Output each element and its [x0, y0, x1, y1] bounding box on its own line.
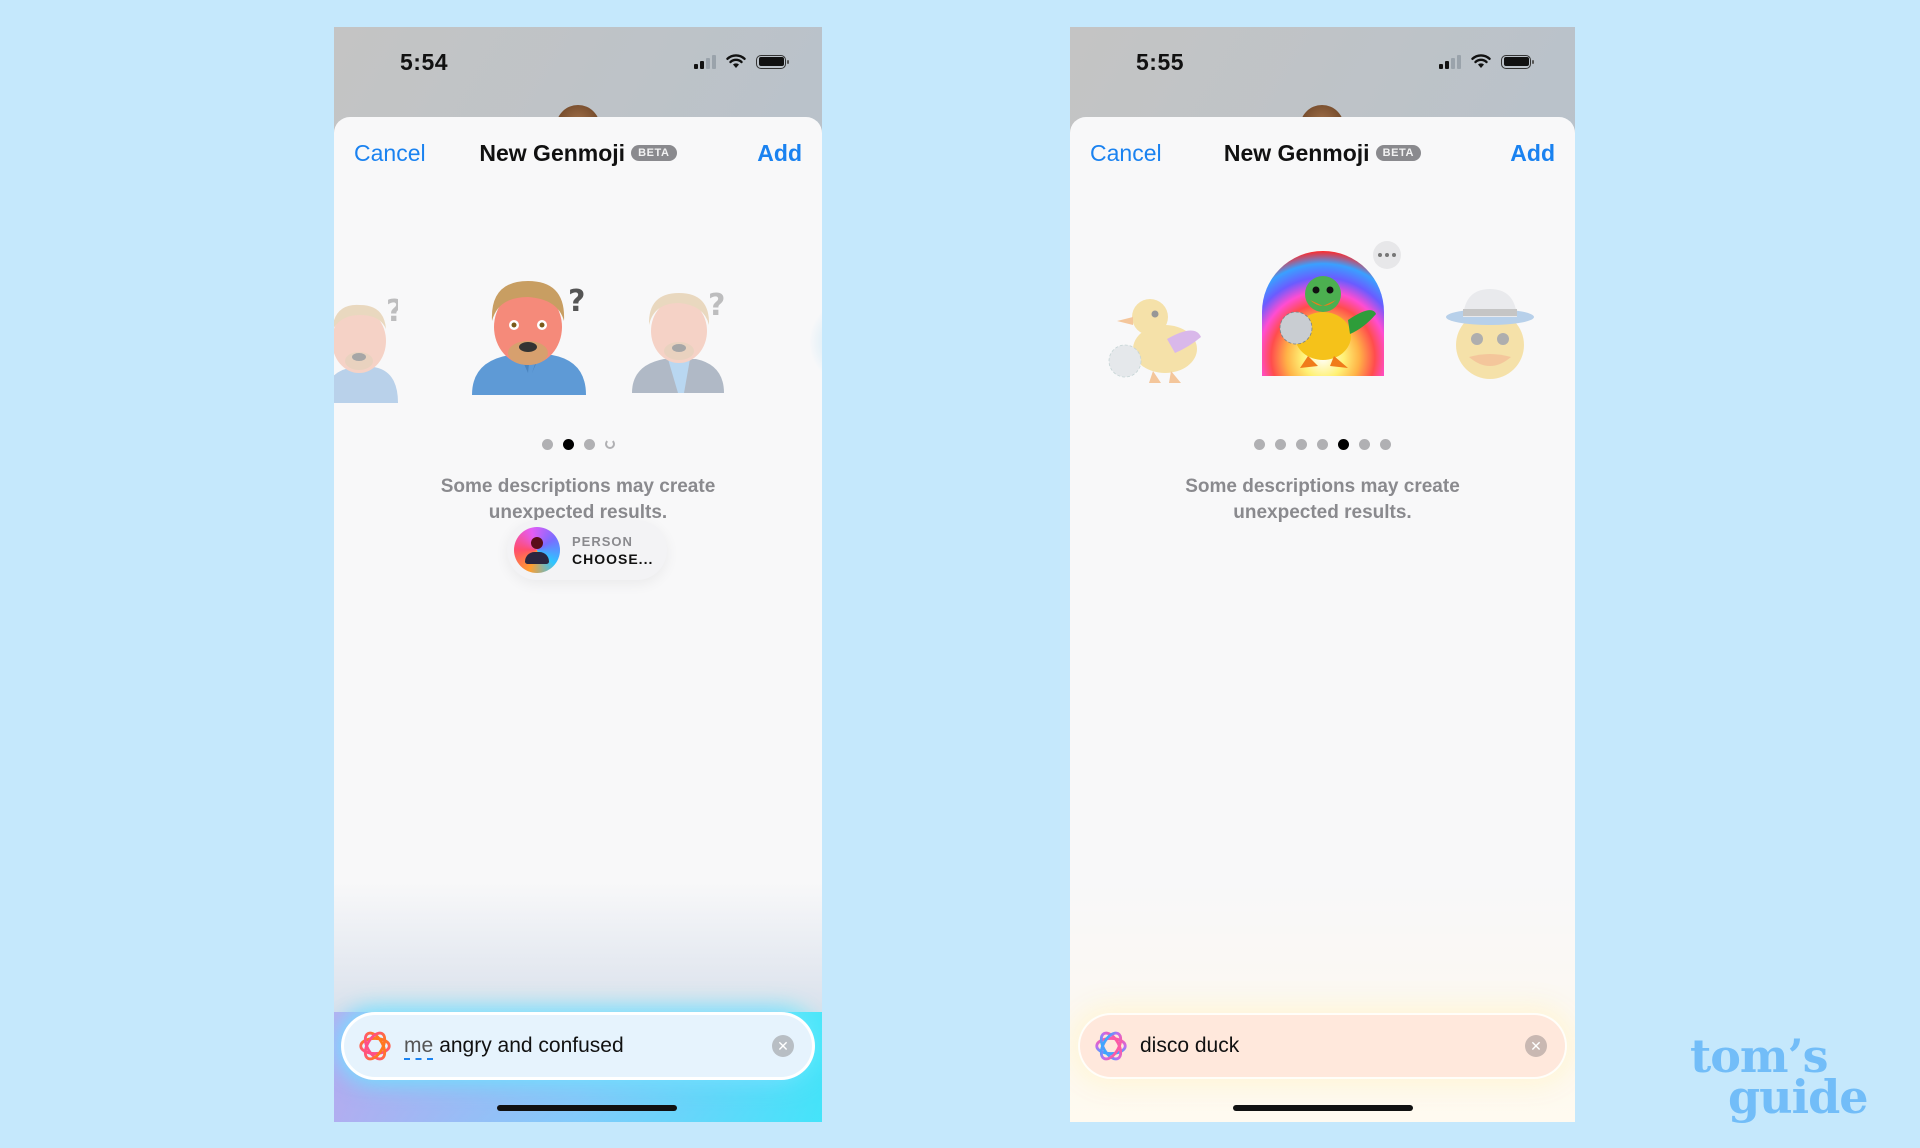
loading-spinner-icon: [604, 439, 615, 449]
genmoji-carousel[interactable]: [1070, 241, 1575, 427]
genmoji-option-left[interactable]: [1105, 287, 1205, 387]
memoji-option-left[interactable]: ?: [334, 293, 398, 403]
beta-badge: BETA: [1375, 144, 1422, 161]
prompt-text[interactable]: disco duck: [1140, 1034, 1525, 1058]
prompt-value[interactable]: me angry and confused: [404, 1034, 772, 1058]
beta-badge: BETA: [631, 144, 677, 161]
page-dot[interactable]: [541, 439, 553, 450]
disclaimer-line-2: unexpected results.: [1233, 502, 1412, 523]
disclaimer-text: Some descriptions may create unexpected …: [1070, 474, 1575, 526]
prompt-input[interactable]: disco duck ✕: [1080, 1015, 1565, 1077]
person-label: PERSON: [572, 533, 633, 549]
title-text: New Genmoji: [1223, 140, 1370, 166]
prompt-text: angry and confused: [439, 1034, 624, 1057]
signal-icon: [1439, 54, 1461, 69]
page-dot[interactable]: [1275, 439, 1286, 450]
genmoji-option-right[interactable]: [1443, 287, 1537, 383]
add-button[interactable]: Add: [757, 140, 802, 167]
page-dot-active[interactable]: [562, 439, 574, 450]
genmoji-sheet: Cancel New Genmoji BETA Add ? ? Some des…: [334, 117, 822, 1122]
battery-icon: [1501, 54, 1534, 69]
page-indicator[interactable]: [334, 439, 822, 450]
home-indicator[interactable]: [1233, 1105, 1413, 1111]
home-indicator[interactable]: [497, 1105, 677, 1111]
phone-screen-right: 5:55 Cancel New Genmoji BETA Add Some de…: [1070, 27, 1575, 1122]
disclaimer-line-1: Some descriptions may create: [440, 476, 716, 497]
page-dot[interactable]: [1380, 439, 1391, 450]
genmoji-sparkle-icon: [1095, 1031, 1127, 1061]
phone-screen-left: 5:54 Cancel New Genmoji BETA Add ? ? Som…: [334, 27, 822, 1122]
person-token[interactable]: me: [404, 1034, 433, 1057]
page-dot[interactable]: [1296, 439, 1307, 450]
disclaimer-line-1: Some descriptions may create: [1185, 476, 1460, 497]
page-dot-active[interactable]: [1338, 439, 1349, 450]
svg-text:?: ?: [708, 288, 725, 323]
genmoji-sparkle-icon: [359, 1031, 391, 1061]
loading-placeholder: [810, 297, 822, 387]
wifi-icon: [1471, 54, 1491, 68]
bottom-glow: [334, 882, 822, 1122]
prompt-input[interactable]: me angry and confused ✕: [344, 1015, 812, 1077]
page-dot[interactable]: [583, 439, 595, 450]
memoji-option-right[interactable]: ?: [632, 285, 737, 393]
sheet-header: Cancel New Genmoji BETA Add: [334, 135, 822, 171]
sheet-title: New Genmoji BETA: [334, 140, 822, 167]
page-indicator[interactable]: [1070, 439, 1575, 450]
memoji-option-selected[interactable]: ?: [470, 275, 600, 395]
person-picker-button[interactable]: PERSON CHOOSE...: [507, 520, 667, 580]
title-text: New Genmoji: [479, 140, 626, 166]
toms-guide-logo: tom’s guide: [1690, 1033, 1869, 1125]
genmoji-carousel[interactable]: ? ? ?: [334, 257, 822, 427]
clear-icon[interactable]: ✕: [1525, 1035, 1547, 1057]
status-icons: [694, 54, 789, 69]
add-button[interactable]: Add: [1510, 140, 1555, 167]
status-icons: [1439, 54, 1534, 69]
logo-line-2: guide: [1728, 1070, 1869, 1125]
person-icon: [514, 527, 560, 573]
genmoji-sheet: Cancel New Genmoji BETA Add Some descrip…: [1070, 117, 1575, 1122]
battery-icon: [756, 54, 789, 69]
status-time: 5:54: [400, 49, 449, 75]
bottom-glow: [1070, 882, 1575, 1122]
person-value: CHOOSE...: [572, 550, 654, 567]
sheet-header: Cancel New Genmoji BETA Add: [1070, 135, 1575, 171]
disclaimer-text: Some descriptions may create unexpected …: [334, 474, 822, 526]
svg-text:?: ?: [386, 294, 398, 329]
genmoji-option-selected[interactable]: [1260, 250, 1386, 376]
wifi-icon: [726, 54, 746, 68]
clear-icon[interactable]: ✕: [772, 1035, 794, 1057]
signal-icon: [694, 54, 716, 69]
svg-text:?: ?: [568, 284, 585, 319]
more-options-button[interactable]: [1373, 241, 1401, 269]
page-dot[interactable]: [1254, 439, 1265, 450]
page-dot[interactable]: [1317, 439, 1328, 450]
status-time: 5:55: [1136, 49, 1185, 75]
page-dot[interactable]: [1359, 439, 1370, 450]
sheet-title: New Genmoji BETA: [1070, 140, 1575, 167]
